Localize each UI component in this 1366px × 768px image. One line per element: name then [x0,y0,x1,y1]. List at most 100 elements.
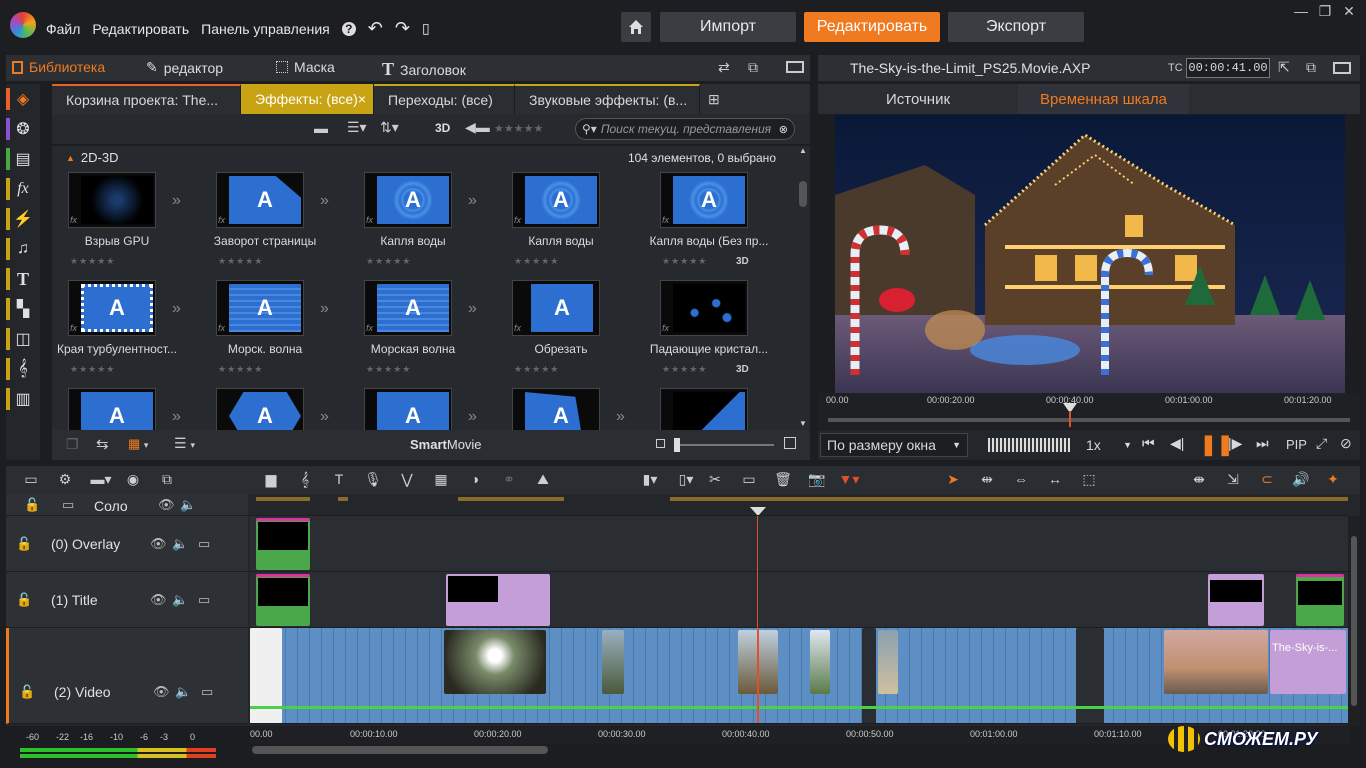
fit-dropdown[interactable]: По размеру окна ▼ [820,433,968,457]
crop-tool-icon[interactable]: ⬚ [1080,471,1098,488]
layout-icon[interactable] [786,61,804,73]
video-clip[interactable] [602,630,624,694]
effect-rating[interactable]: ★★★★★ [70,256,115,267]
sort-icon[interactable]: ⇅▾ [380,119,399,136]
volume-tool-icon[interactable]: 🔊 [1292,471,1310,488]
player-layout-icon[interactable] [1333,62,1351,74]
safe-area-icon[interactable]: ⊘ [1340,435,1352,452]
motion-icon[interactable]: ⛰ [534,471,552,488]
help-icon[interactable]: ? [341,21,356,36]
undo-icon[interactable]: ↶ [368,18,383,39]
title-tool-icon[interactable]: T [330,471,348,487]
go-start-icon[interactable]: ⏮ [1142,435,1155,452]
effect-item[interactable]: Afx » Края турбулентност... ★★★★★ [52,280,182,384]
eye-all-icon[interactable]: 👁 [158,497,175,513]
track-bin-icon[interactable]: ▭ [62,497,74,513]
menu-edit[interactable]: Редактировать [92,21,189,37]
scroll-up-icon[interactable]: ▲ [796,146,810,155]
track-overlay-header[interactable]: 🔓 (0) Overlay 👁 🔈 ▭ [6,516,248,572]
timeline-hscroll[interactable] [252,746,548,754]
ripple-trim-icon[interactable]: ⇹ [978,471,996,488]
split-screen-icon[interactable]: ▦ [432,471,450,488]
effect-item[interactable]: Afx Капля воды (Без пр... ★★★★★ 3D [644,172,774,276]
video-clip-named[interactable]: The-Sky-is-... [1270,630,1346,694]
snapshot-icon[interactable]: 📷 [808,471,826,488]
speaker-icon[interactable]: 🔈 [172,592,188,608]
razor-icon[interactable]: ✂ [706,471,724,488]
title-clip[interactable] [446,574,550,626]
tab-editor[interactable]: ✎ редактор [146,59,223,76]
tab-sound-effects[interactable]: Звуковые эффекты: (в... [515,84,700,114]
large-thumb-icon[interactable] [784,437,796,449]
notes-icon[interactable]: ▯ [422,20,430,37]
audio-mixer-icon[interactable]: ▆ [262,471,280,488]
lock-icon[interactable]: 🔓 [16,592,32,608]
tab-transitions[interactable]: Переходы: (все) [374,84,515,114]
effect-item[interactable]: fx » Взрыв GPU ★★★★★ [52,172,182,276]
smart-mode-icon[interactable]: ⇼ [1190,471,1208,488]
detach-player-icon[interactable]: ⧉ [1306,59,1316,76]
redo-icon[interactable]: ↷ [395,18,410,39]
speed-dropdown[interactable]: 1x ▼ [1080,433,1138,457]
view-list-icon[interactable]: ☰▾ [347,119,367,136]
player-scrub-track[interactable] [828,418,1350,422]
magnet-icon[interactable]: ⊂ [1258,471,1276,488]
tag-icon[interactable]: ◀▬ [465,119,490,136]
minimize-icon[interactable]: — [1290,2,1312,20]
effect-item[interactable]: Afx » [348,388,478,430]
trash-icon[interactable]: 🗑 [774,471,792,488]
effect-rating[interactable]: ★★★★★ [218,364,263,375]
video-clip[interactable] [1164,630,1268,694]
import-button[interactable]: Импорт [660,12,796,42]
effect-rating[interactable]: ★★★★★ [662,256,707,267]
effect-item[interactable]: Afx » Морск. волна ★★★★★ [200,280,330,384]
eye-icon[interactable]: 👁 [153,684,170,700]
tab-source[interactable]: Источник [818,84,1018,114]
tab-effects[interactable]: Эффекты: (все) × [241,84,374,114]
video-clip[interactable] [250,628,282,723]
clear-search-icon[interactable]: ⊗ [779,123,788,136]
effect-rating[interactable]: ★★★★★ [514,256,559,267]
close-tab-icon[interactable]: × [358,91,366,107]
pip-button[interactable]: PIP [1286,437,1307,452]
scroll-thumb[interactable] [799,181,807,207]
detach-icon[interactable]: ⧉ [748,59,758,76]
effect-item[interactable]: Afx Обрезать ★★★★★ [496,280,626,384]
sidebar-item-sound[interactable]: ▥ [6,384,40,414]
menu-file[interactable]: Файл [46,21,80,37]
overlay-clip[interactable] [256,518,310,570]
effect-item[interactable]: Afx » [52,388,182,430]
effect-rating[interactable]: ★★★★★ [218,256,263,267]
tab-timeline[interactable]: Временная шкала [1018,84,1189,114]
eye-icon[interactable]: 👁 [150,592,167,608]
jog-wheel[interactable] [988,438,1070,452]
menu-control-panel[interactable]: Панель управления [201,21,330,37]
lock-icon[interactable]: 🔓 [16,536,32,552]
effect-item[interactable]: fx [644,388,774,430]
sidebar-item-music[interactable]: 𝄞 [6,354,40,384]
sidebar-item-transitions[interactable]: ⚡ [6,204,40,234]
effect-item[interactable]: fx Падающие кристал... ★★★★★ 3D [644,280,774,384]
folder-icon[interactable]: ▬ [314,120,328,136]
smartmovie-button[interactable]: SmartMovie [410,437,482,452]
lock-all-icon[interactable]: 🔓 [24,497,40,513]
speaker-all-icon[interactable]: 🔈 [180,497,196,513]
timeline-settings-icon[interactable]: ▭ [20,471,42,488]
red-marker-icon[interactable]: ▼▾ [836,471,862,488]
video-clip[interactable] [878,630,898,694]
fullscreen-icon[interactable]: ⤢ [1316,435,1327,452]
marker-icon[interactable]: ▮▾ [638,471,662,488]
effect-rating[interactable]: ★★★★★ [70,364,115,375]
search-box[interactable]: ⚲▾ Поиск текущ. представления ⊗ [575,118,795,140]
video-clip[interactable] [1076,628,1104,723]
voiceover-icon[interactable]: 🎙 [364,471,382,488]
section-header[interactable]: ▲ 2D-3D [66,150,119,165]
slip-icon[interactable]: ⇔ [1012,471,1030,487]
scorefitter-icon[interactable]: 𝄞 [296,471,314,488]
tab-project-bin[interactable]: Корзина проекта: The... [52,84,241,114]
grid-view-icon[interactable]: ▦ ▾ [128,436,148,452]
effect-rating[interactable]: ★★★★★ [514,364,559,375]
effect-item[interactable]: Afx » Капля воды ★★★★★ [348,172,478,276]
sync-icon[interactable]: ⇆ [96,435,109,453]
ripple-icon[interactable]: ▭ [740,471,758,488]
